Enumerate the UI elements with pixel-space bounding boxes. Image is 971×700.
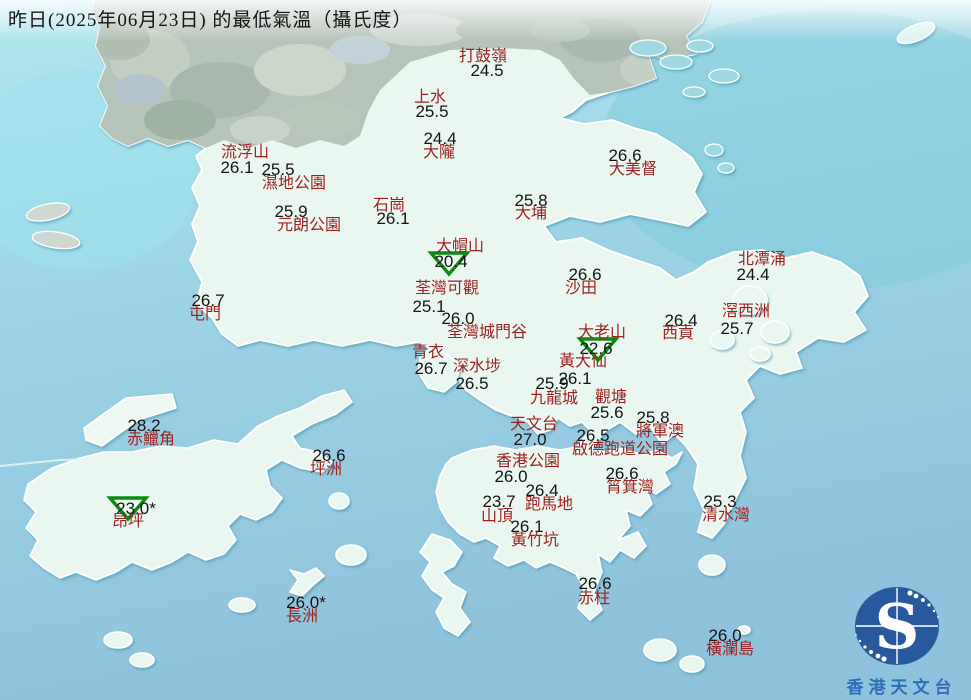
station-name: 荃灣可觀 [414, 280, 480, 297]
station-temperature: 25.5 [415, 102, 449, 121]
station-temperature: 20.4 [434, 252, 468, 271]
station-temperature: 27.0 [513, 430, 547, 449]
station-name: 赤鱲角 [126, 431, 176, 448]
station-name: 大美督 [608, 161, 658, 178]
station-name: 坪洲 [309, 461, 343, 478]
station-name: 跑馬地 [524, 496, 574, 513]
station-temperature: 24.5 [470, 61, 504, 80]
station-name: 赤柱 [577, 590, 611, 607]
station-name: 將軍澳 [635, 423, 685, 440]
station-temperature: 26.1 [376, 209, 410, 228]
station-name: 筲箕灣 [605, 479, 655, 496]
hko-logo-icon: S [855, 587, 939, 665]
station-name: 山頂 [480, 508, 514, 525]
station-temperature: 24.4 [736, 265, 770, 284]
hko-logo-name-zh: 香港天文台 [846, 678, 957, 697]
station-temperature: 26.1 [220, 158, 254, 177]
station-name: 大埔 [514, 205, 548, 222]
station-layer: 打鼓嶺 24.5 上水 25.5 24.4 大隴 26.6 大美督 流浮山 26.1 25.5 濕地公… [0, 0, 971, 700]
station-temperature: 25.6 [590, 403, 624, 422]
station-temperature: 26.0 [494, 467, 528, 486]
station-name: 沙田 [564, 280, 598, 297]
page-title: 昨日(2025年06月23日) 的最低氣溫（攝氏度） [8, 10, 413, 31]
station-temperature: 26.5 [455, 374, 489, 393]
station-name: 濕地公園 [261, 175, 327, 192]
station-name: 長洲 [285, 608, 319, 625]
station-name: 黃竹坑 [510, 532, 560, 549]
station-name: 昂坪 [111, 513, 145, 530]
station-name: 荃灣城門谷 [446, 324, 528, 341]
station-name: 大隴 [422, 144, 456, 161]
station-name: 九龍城 [529, 390, 579, 407]
weather-map-page: 昨日(2025年06月23日) 的最低氣溫（攝氏度） 打鼓嶺 24.5 上水 25.5… [0, 0, 971, 700]
station-name: 滘西洲 [721, 303, 771, 320]
station-name: 西貢 [661, 325, 695, 342]
station-name: 啟德跑道公園 [571, 441, 669, 458]
svg-text:S: S [875, 590, 920, 663]
station-name: 深水埗 [452, 358, 502, 375]
station-temperature: 26.6 [578, 574, 612, 593]
station-temperature: 25.9 [535, 374, 569, 393]
station-name: 青衣 [411, 344, 445, 361]
station-name: 大老山 [577, 324, 627, 341]
station-name: 屯門 [188, 306, 222, 323]
station-temperature: 25.7 [720, 319, 754, 338]
station-temperature: 23.7 [482, 492, 516, 511]
hko-logo: S 香港天文台 HONG KONG OBSERVATORY [832, 584, 971, 700]
station-name: 清水灣 [701, 507, 751, 524]
station-name: 黃大仙 [558, 353, 608, 370]
station-name: 橫瀾島 [705, 641, 755, 658]
station-temperature: 26.7 [414, 359, 448, 378]
station-name: 元朗公園 [276, 217, 342, 234]
